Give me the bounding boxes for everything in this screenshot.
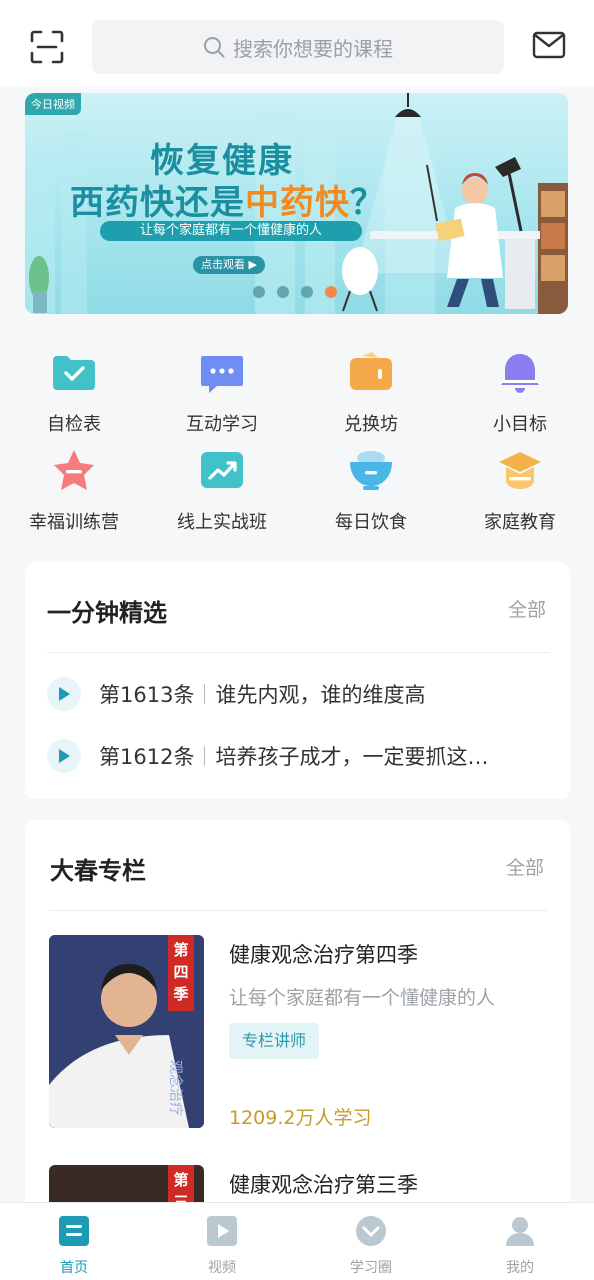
course-title: 健康观念治疗第三季 bbox=[229, 1173, 418, 1197]
nav-home[interactable]: 首页 bbox=[0, 1215, 148, 1277]
banner-pagination bbox=[253, 286, 337, 298]
section-title: 一分钟精选 bbox=[47, 599, 167, 627]
trend-chart-icon bbox=[201, 452, 243, 488]
grid-label: 家庭教育 bbox=[484, 512, 556, 533]
chat-bubble-icon bbox=[201, 356, 243, 393]
see-all-link[interactable]: 全部 bbox=[508, 595, 546, 622]
grid-item-family-education[interactable]: 家庭教育 bbox=[446, 448, 594, 534]
pagination-dot[interactable] bbox=[301, 286, 313, 298]
see-all-link[interactable]: 全部 bbox=[506, 853, 544, 880]
divider bbox=[47, 652, 550, 653]
search-icon bbox=[204, 37, 225, 58]
list-item[interactable]: 第1613条 谁先内观，谁的维度高 bbox=[47, 677, 547, 711]
grid-item-interactive-learning[interactable]: 互动学习 bbox=[148, 350, 296, 436]
course-description: 让每个家庭都有一个懂健康的人 bbox=[229, 987, 496, 1009]
grid-item-self-check[interactable]: 自检表 bbox=[0, 350, 148, 436]
search-placeholder: 搜索你想要的课程 bbox=[233, 36, 393, 61]
banner-watch-button[interactable]: 点击观看 ▶ bbox=[193, 256, 265, 274]
pagination-dot-active[interactable] bbox=[325, 286, 337, 298]
grid-item-online-practice[interactable]: 线上实战班 bbox=[148, 448, 296, 534]
grid-label: 每日饮食 bbox=[335, 512, 407, 533]
nav-mine[interactable]: 我的 bbox=[446, 1215, 594, 1277]
wallet-icon bbox=[350, 352, 392, 390]
bowl-icon bbox=[350, 451, 392, 490]
banner-tag: 今日视频 bbox=[25, 93, 81, 115]
item-number: 第1613条 bbox=[99, 683, 195, 707]
minute-picks-card: 一分钟精选 全部 第1613条 谁先内观，谁的维度高 第1612条 培养孩子成才… bbox=[25, 562, 570, 799]
grid-item-daily-diet[interactable]: 每日饮食 bbox=[297, 448, 445, 534]
lecturer-badge: 专栏讲师 bbox=[229, 1023, 320, 1059]
learner-count: 1209.2万人学习 bbox=[229, 1107, 372, 1129]
grid-item-small-goal[interactable]: 小目标 bbox=[446, 350, 594, 436]
video-icon bbox=[207, 1216, 237, 1246]
bottom-nav: 首页 视频 学习圈 我的 bbox=[0, 1202, 594, 1280]
season-ribbon: 第四季 bbox=[168, 935, 194, 1011]
pagination-dot[interactable] bbox=[277, 286, 289, 298]
list-item[interactable]: 第1612条 培养孩子成才，一定要抓这… bbox=[47, 739, 547, 773]
svg-text:观念治疗: 观念治疗 bbox=[167, 1060, 184, 1116]
pagination-dot[interactable] bbox=[253, 286, 265, 298]
promo-banner[interactable]: 今日视频 恢复健康 西药快还是中药快？ 让每个家庭都有一个懂健康的人 点击观看 … bbox=[25, 93, 568, 314]
graduation-cap-icon bbox=[499, 452, 541, 489]
grid-label: 自检表 bbox=[47, 414, 101, 435]
search-input[interactable]: 搜索你想要的课程 bbox=[92, 20, 504, 74]
nav-label: 学习圈 bbox=[350, 1260, 392, 1276]
section-title: 大春专栏 bbox=[50, 857, 146, 885]
mail-icon[interactable] bbox=[532, 31, 566, 61]
scan-icon[interactable] bbox=[30, 30, 64, 64]
nav-label: 我的 bbox=[506, 1260, 534, 1276]
grid-label: 兑换坊 bbox=[344, 414, 398, 435]
grid-item-happiness-camp[interactable]: 幸福训练营 bbox=[0, 448, 148, 534]
play-icon[interactable] bbox=[47, 739, 81, 773]
course-cover-image[interactable]: 观念治疗 第四季 bbox=[49, 935, 204, 1128]
banner-subtitle: 让每个家庭都有一个懂健康的人 bbox=[100, 221, 362, 241]
nav-video[interactable]: 视频 bbox=[148, 1215, 296, 1277]
folder-check-icon bbox=[53, 356, 95, 390]
item-title: 谁先内观，谁的维度高 bbox=[215, 683, 426, 707]
grid-label: 幸福训练营 bbox=[29, 512, 119, 533]
grid-label: 线上实战班 bbox=[177, 512, 267, 533]
banner-title-line2: 西药快还是中药快？ bbox=[70, 175, 385, 224]
star-icon bbox=[54, 450, 94, 490]
nav-label: 视频 bbox=[208, 1260, 236, 1276]
top-bar: 搜索你想要的课程 bbox=[0, 0, 594, 86]
column-card: 大春专栏 全部 观念治疗 第四季 健康观念治疗第四季 让每个家庭都有一个懂健康的… bbox=[25, 820, 570, 1240]
separator bbox=[204, 684, 206, 704]
circle-down-icon bbox=[356, 1216, 386, 1246]
user-icon bbox=[506, 1217, 534, 1246]
item-title: 培养孩子成才，一定要抓这… bbox=[215, 745, 489, 769]
grid-item-exchange[interactable]: 兑换坊 bbox=[297, 350, 445, 436]
course-title: 健康观念治疗第四季 bbox=[229, 943, 418, 967]
ribbon-text: 第四季 bbox=[173, 941, 189, 1003]
separator bbox=[204, 746, 206, 766]
bell-icon bbox=[501, 354, 539, 393]
play-icon[interactable] bbox=[47, 677, 81, 711]
home-icon bbox=[59, 1216, 89, 1246]
nav-label: 首页 bbox=[60, 1260, 88, 1276]
nav-study-circle[interactable]: 学习圈 bbox=[297, 1215, 445, 1277]
banner-title-b: ？ bbox=[350, 183, 385, 223]
banner-title-a: 西药快还是 bbox=[70, 183, 245, 223]
item-number: 第1612条 bbox=[99, 745, 195, 769]
divider bbox=[49, 910, 547, 911]
grid-label: 互动学习 bbox=[186, 414, 258, 435]
banner-title-highlight: 中药快 bbox=[245, 183, 350, 223]
grid-label: 小目标 bbox=[493, 414, 547, 435]
